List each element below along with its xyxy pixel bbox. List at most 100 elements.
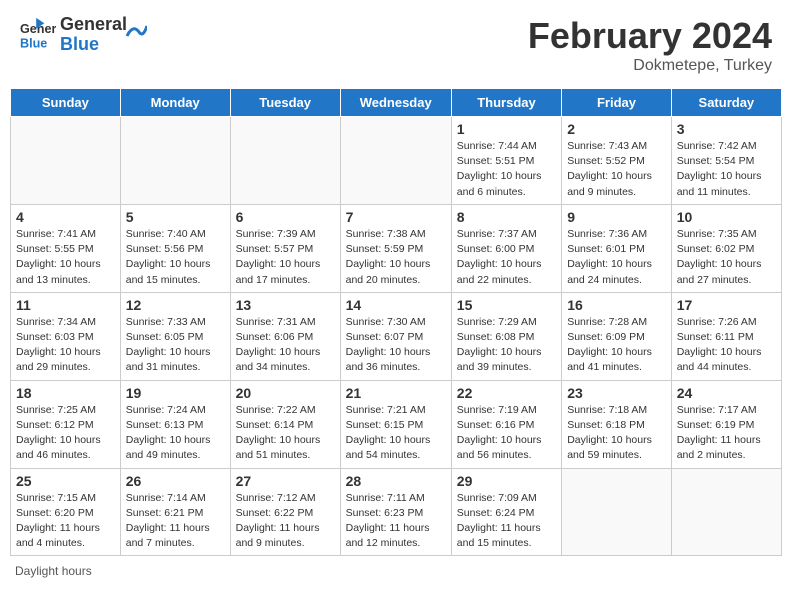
day-number: 19 <box>126 385 225 401</box>
day-info: Sunrise: 7:17 AMSunset: 6:19 PMDaylight:… <box>677 403 776 464</box>
logo: General Blue General Blue <box>20 15 147 55</box>
calendar-cell: 18 Sunrise: 7:25 AMSunset: 6:12 PMDayligh… <box>11 380 121 468</box>
logo-blue: Blue <box>60 35 127 55</box>
day-info: Sunrise: 7:37 AMSunset: 6:00 PMDaylight:… <box>457 227 556 288</box>
day-info: Sunrise: 7:14 AMSunset: 6:21 PMDaylight:… <box>126 491 225 552</box>
calendar-cell: 25Sunrise: 7:15 AMSunset: 6:20 PMDayligh… <box>11 468 121 556</box>
day-number: 3 <box>677 121 776 137</box>
calendar-cell: 4 Sunrise: 7:41 AMSunset: 5:55 PMDaylight… <box>11 204 121 292</box>
calendar-cell: 16 Sunrise: 7:28 AMSunset: 6:09 PMDayligh… <box>562 292 672 380</box>
calendar-cell: 13Sunrise: 7:31 AMSunset: 6:06 PMDayligh… <box>230 292 340 380</box>
page-header: General Blue General Blue February 2024 … <box>10 10 782 80</box>
calendar-table: SundayMondayTuesdayWednesdayThursdayFrid… <box>10 88 782 556</box>
calendar-week-row: 4 Sunrise: 7:41 AMSunset: 5:55 PMDaylight… <box>11 204 782 292</box>
day-number: 27 <box>236 473 335 489</box>
calendar-cell: 12 Sunrise: 7:33 AMSunset: 6:05 PMDayligh… <box>120 292 230 380</box>
calendar-cell: 10Sunrise: 7:35 AMSunset: 6:02 PMDayligh… <box>671 204 781 292</box>
day-info: Sunrise: 7:11 AMSunset: 6:23 PMDaylight:… <box>346 491 446 552</box>
day-info: Sunrise: 7:39 AMSunset: 5:57 PMDaylight:… <box>236 227 335 288</box>
day-number: 14 <box>346 297 446 313</box>
calendar-cell: 22 Sunrise: 7:19 AMSunset: 6:16 PMDayligh… <box>451 380 561 468</box>
calendar-week-row: 1 Sunrise: 7:44 AMSunset: 5:51 PMDaylight… <box>11 117 782 205</box>
location: Dokmetepe, Turkey <box>528 57 772 75</box>
day-number: 28 <box>346 473 446 489</box>
day-number: 17 <box>677 297 776 313</box>
logo-wave-icon <box>125 16 147 44</box>
day-info: Sunrise: 7:26 AMSunset: 6:11 PMDaylight:… <box>677 315 776 376</box>
day-info: Sunrise: 7:09 AMSunset: 6:24 PMDaylight:… <box>457 491 556 552</box>
weekday-header-sunday: Sunday <box>11 89 121 117</box>
calendar-cell <box>120 117 230 205</box>
calendar-cell: 11 Sunrise: 7:34 AMSunset: 6:03 PMDayligh… <box>11 292 121 380</box>
calendar-cell: 21 Sunrise: 7:21 AMSunset: 6:15 PMDayligh… <box>340 380 451 468</box>
day-number: 5 <box>126 209 225 225</box>
day-info: Sunrise: 7:19 AMSunset: 6:16 PMDaylight:… <box>457 403 556 464</box>
day-number: 9 <box>567 209 666 225</box>
day-info: Sunrise: 7:18 AMSunset: 6:18 PMDaylight:… <box>567 403 666 464</box>
calendar-cell: 26Sunrise: 7:14 AMSunset: 6:21 PMDayligh… <box>120 468 230 556</box>
day-number: 29 <box>457 473 556 489</box>
day-info: Sunrise: 7:22 AMSunset: 6:14 PMDaylight:… <box>236 403 335 464</box>
day-info: Sunrise: 7:42 AMSunset: 5:54 PMDaylight:… <box>677 139 776 200</box>
calendar-cell <box>340 117 451 205</box>
day-number: 6 <box>236 209 335 225</box>
calendar-cell: 17 Sunrise: 7:26 AMSunset: 6:11 PMDayligh… <box>671 292 781 380</box>
calendar-cell: 24 Sunrise: 7:17 AMSunset: 6:19 PMDayligh… <box>671 380 781 468</box>
day-number: 22 <box>457 385 556 401</box>
calendar-cell <box>671 468 781 556</box>
day-number: 7 <box>346 209 446 225</box>
svg-text:Blue: Blue <box>20 36 47 50</box>
day-info: Sunrise: 7:33 AMSunset: 6:05 PMDaylight:… <box>126 315 225 376</box>
daylight-label: Daylight hours <box>15 564 92 578</box>
day-info: Sunrise: 7:25 AMSunset: 6:12 PMDaylight:… <box>16 403 115 464</box>
day-info: Sunrise: 7:12 AMSunset: 6:22 PMDaylight:… <box>236 491 335 552</box>
calendar-cell: 5 Sunrise: 7:40 AMSunset: 5:56 PMDaylight… <box>120 204 230 292</box>
title-block: February 2024 Dokmetepe, Turkey <box>528 15 772 75</box>
day-info: Sunrise: 7:41 AMSunset: 5:55 PMDaylight:… <box>16 227 115 288</box>
calendar-cell: 2 Sunrise: 7:43 AMSunset: 5:52 PMDaylight… <box>562 117 672 205</box>
day-info: Sunrise: 7:28 AMSunset: 6:09 PMDaylight:… <box>567 315 666 376</box>
day-number: 23 <box>567 385 666 401</box>
day-number: 1 <box>457 121 556 137</box>
calendar-cell: 14 Sunrise: 7:30 AMSunset: 6:07 PMDayligh… <box>340 292 451 380</box>
day-number: 2 <box>567 121 666 137</box>
calendar-cell <box>230 117 340 205</box>
footer: Daylight hours <box>10 564 782 578</box>
logo-icon: General Blue <box>20 17 56 53</box>
day-number: 4 <box>16 209 115 225</box>
day-info: Sunrise: 7:29 AMSunset: 6:08 PMDaylight:… <box>457 315 556 376</box>
day-info: Sunrise: 7:36 AMSunset: 6:01 PMDaylight:… <box>567 227 666 288</box>
day-info: Sunrise: 7:43 AMSunset: 5:52 PMDaylight:… <box>567 139 666 200</box>
day-info: Sunrise: 7:21 AMSunset: 6:15 PMDaylight:… <box>346 403 446 464</box>
day-number: 12 <box>126 297 225 313</box>
weekday-header-tuesday: Tuesday <box>230 89 340 117</box>
day-number: 24 <box>677 385 776 401</box>
day-number: 11 <box>16 297 115 313</box>
day-number: 25 <box>16 473 115 489</box>
day-info: Sunrise: 7:40 AMSunset: 5:56 PMDaylight:… <box>126 227 225 288</box>
day-info: Sunrise: 7:31 AMSunset: 6:06 PMDaylight:… <box>236 315 335 376</box>
calendar-cell: 8Sunrise: 7:37 AMSunset: 6:00 PMDaylight… <box>451 204 561 292</box>
calendar-cell: 1 Sunrise: 7:44 AMSunset: 5:51 PMDaylight… <box>451 117 561 205</box>
day-number: 20 <box>236 385 335 401</box>
day-number: 21 <box>346 385 446 401</box>
day-number: 18 <box>16 385 115 401</box>
day-info: Sunrise: 7:44 AMSunset: 5:51 PMDaylight:… <box>457 139 556 200</box>
weekday-header-saturday: Saturday <box>671 89 781 117</box>
day-number: 16 <box>567 297 666 313</box>
calendar-week-row: 11 Sunrise: 7:34 AMSunset: 6:03 PMDayligh… <box>11 292 782 380</box>
day-info: Sunrise: 7:30 AMSunset: 6:07 PMDaylight:… <box>346 315 446 376</box>
weekday-header-friday: Friday <box>562 89 672 117</box>
calendar-header-row: SundayMondayTuesdayWednesdayThursdayFrid… <box>11 89 782 117</box>
day-info: Sunrise: 7:35 AMSunset: 6:02 PMDaylight:… <box>677 227 776 288</box>
calendar-cell: 27 Sunrise: 7:12 AMSunset: 6:22 PMDayligh… <box>230 468 340 556</box>
calendar-cell: 6 Sunrise: 7:39 AMSunset: 5:57 PMDaylight… <box>230 204 340 292</box>
day-info: Sunrise: 7:24 AMSunset: 6:13 PMDaylight:… <box>126 403 225 464</box>
calendar-cell: 23 Sunrise: 7:18 AMSunset: 6:18 PMDayligh… <box>562 380 672 468</box>
weekday-header-monday: Monday <box>120 89 230 117</box>
calendar-cell: 7Sunrise: 7:38 AMSunset: 5:59 PMDaylight… <box>340 204 451 292</box>
day-info: Sunrise: 7:34 AMSunset: 6:03 PMDaylight:… <box>16 315 115 376</box>
calendar-cell: 3 Sunrise: 7:42 AMSunset: 5:54 PMDaylight… <box>671 117 781 205</box>
weekday-header-thursday: Thursday <box>451 89 561 117</box>
calendar-cell <box>11 117 121 205</box>
